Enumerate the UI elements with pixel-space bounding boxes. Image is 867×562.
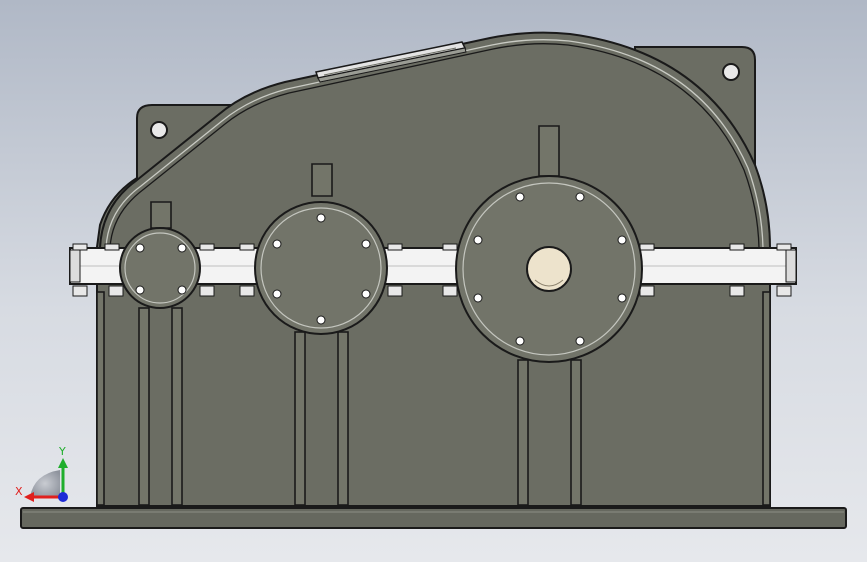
base-plate xyxy=(20,507,847,529)
coordinate-triad: Y X xyxy=(15,445,68,502)
output-shaft-bore xyxy=(526,246,572,292)
bearing-boss-small xyxy=(119,227,201,309)
cad-viewport[interactable]: Y X xyxy=(0,0,867,562)
bearing-boss-large xyxy=(455,175,643,363)
y-axis-label: Y xyxy=(58,445,66,458)
x-arrow-icon xyxy=(24,492,34,502)
y-arrow-icon xyxy=(58,458,68,468)
gearbox-drawing: Y X xyxy=(15,31,847,529)
bearing-boss-medium xyxy=(254,201,388,335)
x-axis-label: X xyxy=(15,485,23,498)
z-axis-icon xyxy=(58,492,68,502)
